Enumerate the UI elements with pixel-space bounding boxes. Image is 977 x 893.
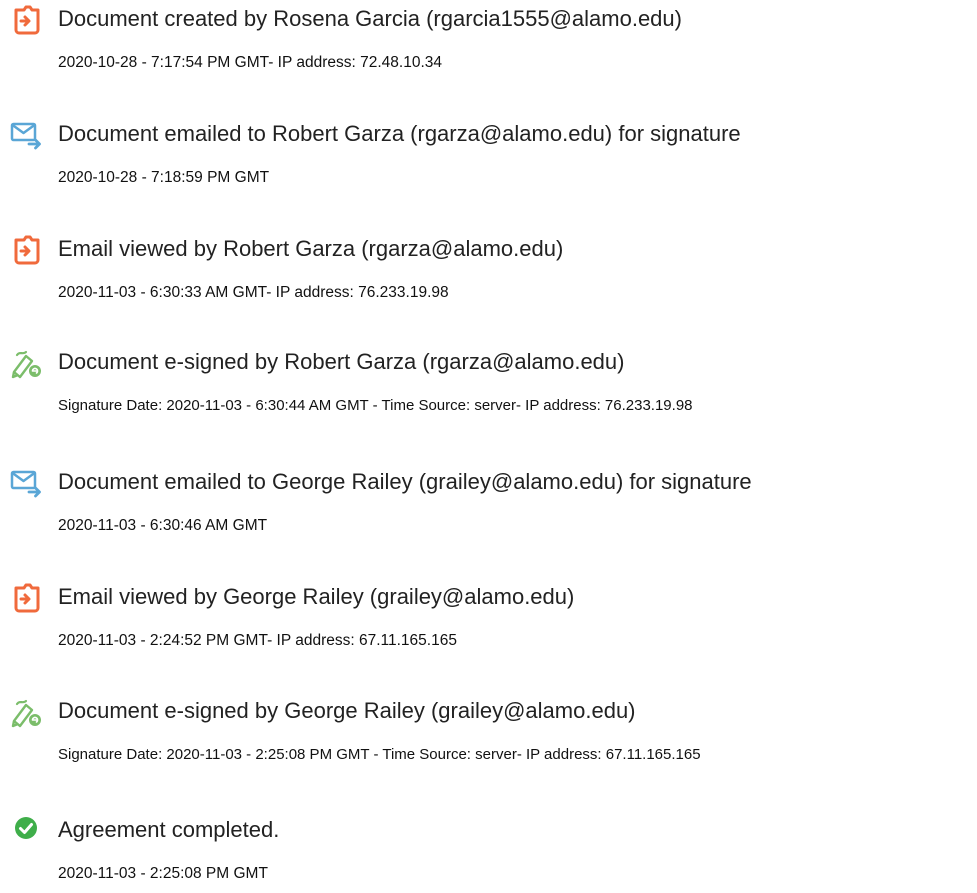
e-sign-icon <box>9 345 45 381</box>
event-title: Document emailed to George Railey (grail… <box>58 469 752 494</box>
audit-event: Document e-signed by George Railey (grai… <box>0 694 977 774</box>
audit-event: Email viewed by Robert Garza (rgarza@ala… <box>0 232 977 312</box>
event-detail: 2020-11-03 - 2:25:08 PM GMT <box>58 865 268 882</box>
event-title: Email viewed by George Railey (grailey@a… <box>58 584 575 609</box>
event-title: Document created by Rosena Garcia (rgarc… <box>58 6 682 31</box>
e-sign-icon <box>9 694 45 730</box>
audit-event: Document emailed to Robert Garza (rgarza… <box>0 117 977 197</box>
event-detail: Signature Date: 2020-11-03 - 6:30:44 AM … <box>58 397 693 414</box>
event-title: Agreement completed. <box>58 817 280 842</box>
event-detail: 2020-11-03 - 6:30:33 AM GMT- IP address:… <box>58 284 449 301</box>
audit-event: Agreement completed. 2020-11-03 - 2:25:0… <box>0 813 977 893</box>
event-detail: 2020-10-28 - 7:18:59 PM GMT <box>58 169 270 186</box>
audit-event: Email viewed by George Railey (grailey@a… <box>0 580 977 660</box>
event-title: Email viewed by Robert Garza (rgarza@ala… <box>58 236 564 261</box>
document-icon <box>9 232 45 268</box>
email-icon <box>9 117 45 153</box>
document-icon <box>9 580 45 616</box>
audit-event: Document emailed to George Railey (grail… <box>0 465 977 545</box>
document-icon <box>9 2 45 38</box>
event-detail: 2020-11-03 - 2:24:52 PM GMT- IP address:… <box>58 632 457 649</box>
event-title: Document e-signed by George Railey (grai… <box>58 698 636 723</box>
event-detail: 2020-10-28 - 7:17:54 PM GMT- IP address:… <box>58 54 442 71</box>
audit-event: Document e-signed by Robert Garza (rgarz… <box>0 345 977 425</box>
event-title: Document emailed to Robert Garza (rgarza… <box>58 121 741 146</box>
event-detail: Signature Date: 2020-11-03 - 2:25:08 PM … <box>58 746 701 763</box>
email-icon <box>9 465 45 501</box>
event-detail: 2020-11-03 - 6:30:46 AM GMT <box>58 517 268 534</box>
audit-event: Document created by Rosena Garcia (rgarc… <box>0 2 977 82</box>
checkmark-icon <box>9 813 45 849</box>
event-title: Document e-signed by Robert Garza (rgarz… <box>58 349 625 374</box>
